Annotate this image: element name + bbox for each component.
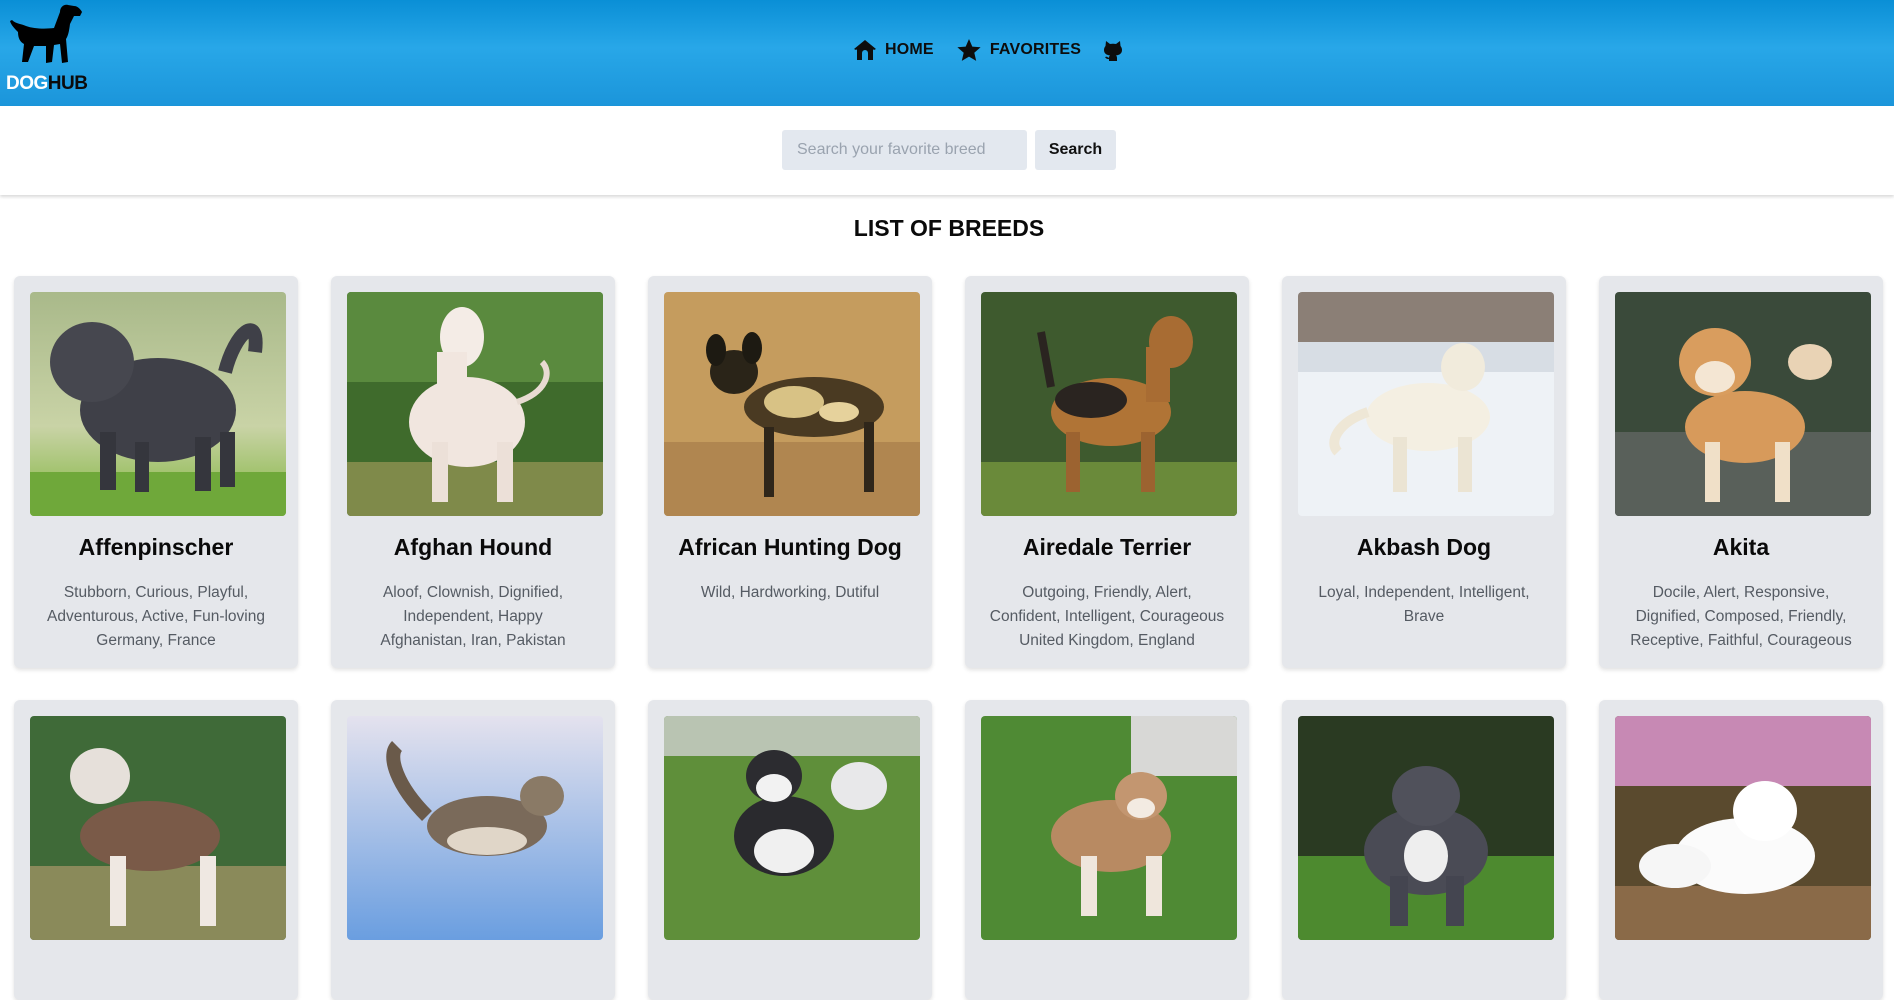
breed-card[interactable]: African Hunting Dog Wild, Hardworking, D… — [648, 276, 932, 668]
breed-card[interactable] — [648, 700, 932, 1000]
breed-origin: Germany, France — [96, 632, 216, 649]
breed-image[interactable] — [981, 292, 1237, 516]
dog-silhouette-icon — [10, 4, 82, 63]
akita-photo — [1615, 292, 1871, 516]
nav-home-label: HOME — [885, 41, 934, 58]
african-hunting-dog-photo — [664, 292, 920, 516]
doghub-logo[interactable]: DOGHUB — [6, 2, 88, 96]
star-icon — [957, 39, 981, 61]
search-input[interactable] — [782, 130, 1027, 170]
doghouse-icon — [854, 40, 876, 60]
breed-image[interactable] — [664, 716, 920, 940]
breed-temperament: Outgoing, Friendly, Alert, Confident, In… — [989, 584, 1225, 625]
breed-card[interactable]: Akbash Dog Loyal, Independent, Intellige… — [1282, 276, 1566, 668]
breed-name: Airedale Terrier — [1022, 534, 1192, 560]
list-title: LIST OF BREEDS — [853, 215, 1045, 241]
breed-image[interactable] — [664, 292, 920, 516]
dog-photo — [981, 716, 1237, 940]
breed-origin: United Kingdom, England — [1019, 632, 1195, 649]
breed-temperament: Aloof, Clownish, Dignified, Independent,… — [382, 584, 564, 625]
breed-card[interactable]: Afghan Hound Aloof, Clownish, Dignified,… — [331, 276, 615, 668]
breed-info: Outgoing, Friendly, Alert, Confident, In… — [985, 581, 1229, 653]
breed-info: Stubborn, Curious, Playful, Adventurous,… — [34, 581, 278, 653]
breed-name: Akbash Dog — [1356, 534, 1492, 560]
breed-name: Akita — [1712, 534, 1770, 560]
breed-image[interactable] — [30, 716, 286, 940]
logo-text: DOGHUB — [6, 73, 88, 94]
nav-favorites[interactable]: FAVORITES — [956, 38, 1081, 62]
breed-info: Docile, Alert, Responsive, Dignified, Co… — [1619, 581, 1863, 653]
nav-home[interactable]: HOME — [853, 38, 934, 62]
breed-card[interactable] — [14, 700, 298, 1000]
breed-origin: Afghanistan, Iran, Pakistan — [380, 632, 566, 649]
breed-name: Affenpinscher — [78, 534, 234, 560]
breed-temperament: Stubborn, Curious, Playful, Adventurous,… — [47, 584, 265, 625]
breed-temperament: Loyal, Independent, Intelligent, Brave — [1318, 584, 1530, 625]
breed-card[interactable]: Akita Docile, Alert, Responsive, Dignifi… — [1599, 276, 1883, 668]
breed-name: Afghan Hound — [393, 534, 553, 560]
breed-temperament: Wild, Hardworking, Dutiful — [700, 584, 880, 601]
affenpinscher-photo — [30, 292, 286, 516]
breed-card[interactable] — [331, 700, 615, 1000]
dog-photo — [1615, 716, 1871, 940]
breed-image[interactable] — [1615, 716, 1871, 940]
dog-photo — [30, 716, 286, 940]
akbash-dog-photo — [1298, 292, 1554, 516]
breed-card[interactable]: Airedale Terrier Outgoing, Friendly, Ale… — [965, 276, 1249, 668]
breed-card[interactable] — [1282, 700, 1566, 1000]
breed-card[interactable] — [1599, 700, 1883, 1000]
nav-github[interactable] — [1103, 39, 1123, 61]
dog-photo — [347, 716, 603, 940]
nav-favorites-label: FAVORITES — [989, 41, 1082, 58]
breed-info: Loyal, Independent, Intelligent, Brave — [1302, 581, 1546, 629]
breed-image[interactable] — [347, 716, 603, 940]
breed-image[interactable] — [1615, 292, 1871, 516]
main-nav: HOME FAVORITES — [853, 36, 1145, 64]
search-bar: Search — [0, 106, 1894, 195]
afghan-hound-photo — [347, 292, 603, 516]
github-icon — [1104, 41, 1123, 61]
breed-image[interactable] — [1298, 716, 1554, 940]
breed-temperament: Docile, Alert, Responsive, Dignified, Co… — [1630, 584, 1852, 649]
breed-image[interactable] — [981, 716, 1237, 940]
dog-photo — [664, 716, 920, 940]
breed-image[interactable] — [30, 292, 286, 516]
header: DOGHUB HOME FAVORITES — [0, 0, 1894, 106]
breed-name: African Hunting Dog — [678, 534, 902, 560]
breed-image[interactable] — [1298, 292, 1554, 516]
search-button[interactable]: Search — [1035, 130, 1116, 170]
breed-image[interactable] — [347, 292, 603, 516]
breed-info: Aloof, Clownish, Dignified, Independent,… — [351, 581, 595, 653]
airedale-terrier-photo — [981, 292, 1237, 516]
breed-card[interactable] — [965, 700, 1249, 1000]
breed-card[interactable]: Affenpinscher Stubborn, Curious, Playful… — [14, 276, 298, 668]
dog-photo — [1298, 716, 1554, 940]
breed-info: Wild, Hardworking, Dutiful — [668, 581, 912, 605]
